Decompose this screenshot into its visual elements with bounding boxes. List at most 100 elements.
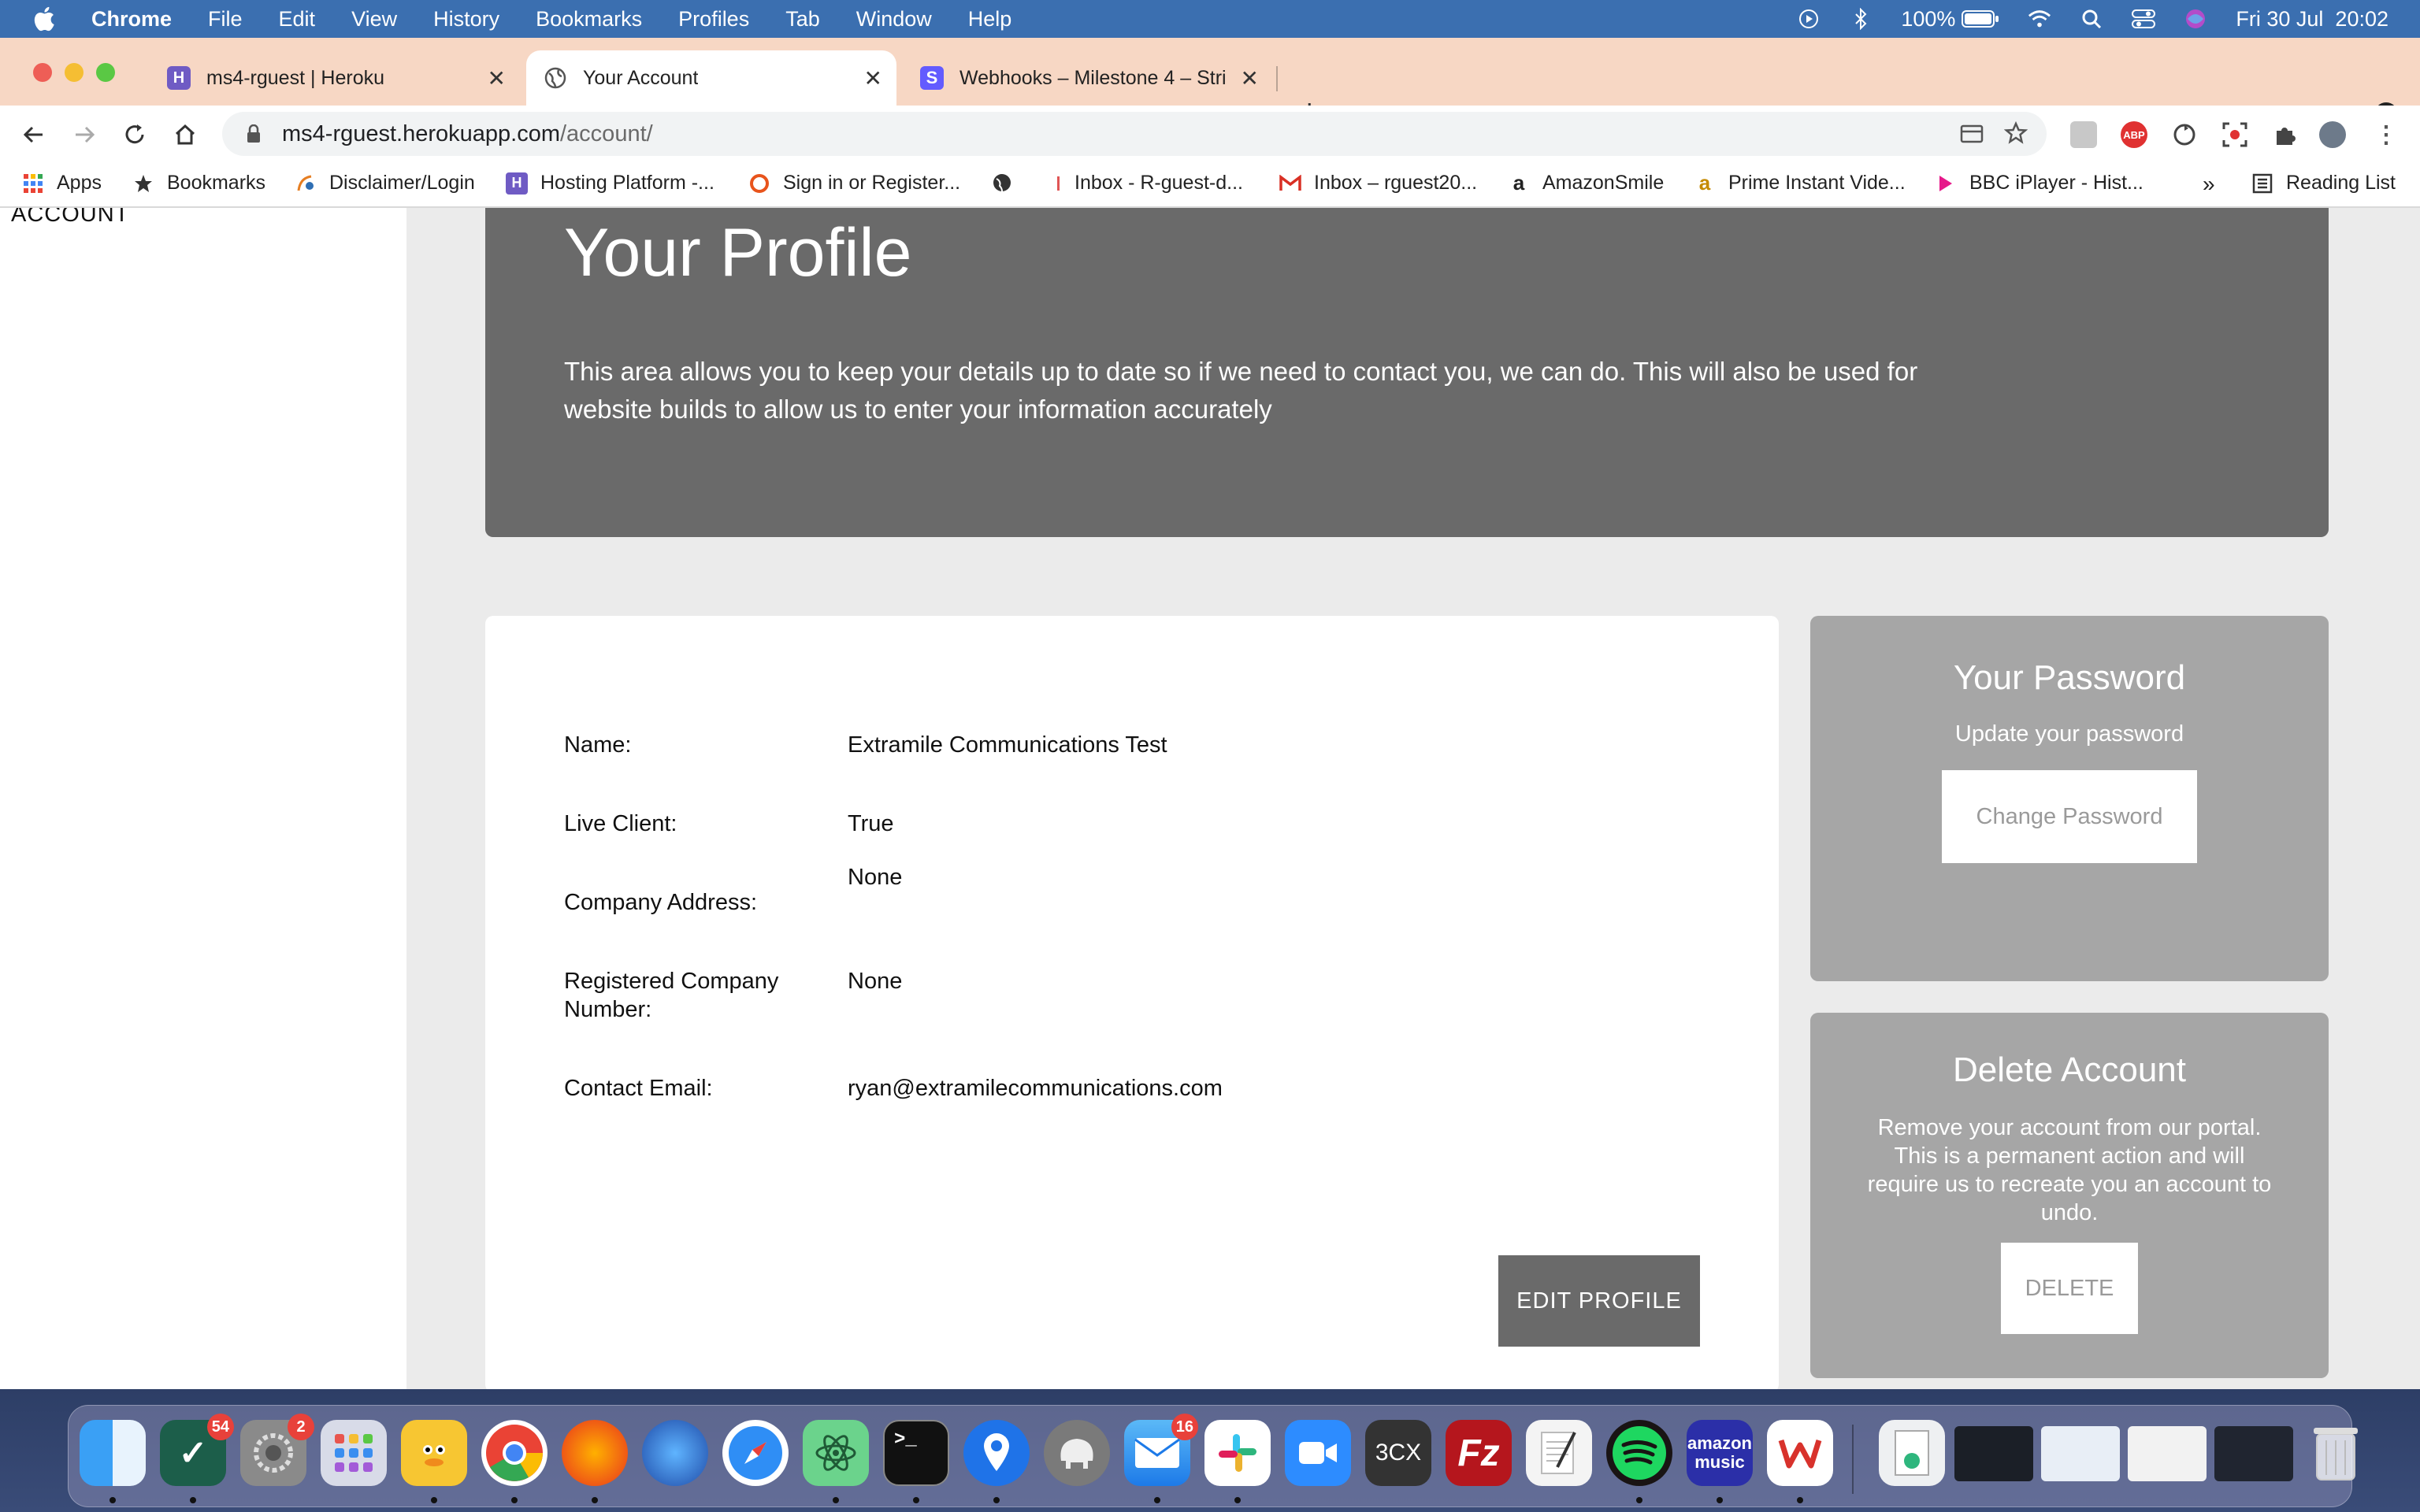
- chrome-menu-kebab-icon[interactable]: ⋮: [2373, 121, 2400, 148]
- firefox-icon[interactable]: [562, 1420, 628, 1486]
- cast-icon[interactable]: [1960, 123, 1984, 151]
- tasks-app-icon[interactable]: ✓ 54: [160, 1414, 234, 1486]
- wps-office-icon[interactable]: [1767, 1420, 1833, 1486]
- mail-icon[interactable]: 16: [1124, 1414, 1198, 1486]
- zoom-icon[interactable]: [1285, 1420, 1351, 1486]
- menu-window[interactable]: Window: [856, 7, 932, 32]
- bluetooth-icon[interactable]: [1849, 7, 1873, 31]
- change-password-button[interactable]: Change Password: [1942, 770, 2197, 863]
- spotlight-search-icon[interactable]: [2080, 7, 2103, 31]
- bookmark-apps[interactable]: Apps: [22, 172, 102, 195]
- delete-account-card: Delete Account Remove your account from …: [1810, 1013, 2329, 1378]
- bookmark-inbox-r-guest[interactable]: Inbox - R-guest-d...: [1056, 172, 1243, 195]
- reading-list-label: Reading List: [2286, 172, 2396, 194]
- menu-bookmarks[interactable]: Bookmarks: [536, 7, 642, 32]
- close-tab-icon[interactable]: ✕: [488, 65, 506, 91]
- puzzle-extensions-icon[interactable]: [2272, 121, 2299, 148]
- bookmark-bbc-iplayer[interactable]: BBC iPlayer - Hist...: [1935, 172, 2143, 195]
- edit-profile-button[interactable]: EDIT PROFILE: [1498, 1255, 1700, 1347]
- terminal-icon[interactable]: >_: [883, 1420, 949, 1486]
- spotify-icon[interactable]: [1606, 1420, 1672, 1486]
- globe-icon: [544, 66, 567, 90]
- forward-arrow-icon[interactable]: [71, 121, 98, 148]
- recent-window-thumbnail[interactable]: [2041, 1426, 2120, 1481]
- window-close-button[interactable]: [33, 63, 52, 82]
- tab-heroku[interactable]: H ms4-rguest | Heroku ✕: [150, 50, 520, 106]
- siri-icon[interactable]: [2184, 7, 2207, 31]
- tab-your-account[interactable]: Your Account ✕: [526, 50, 896, 106]
- recent-window-thumbnail[interactable]: [1954, 1426, 2033, 1481]
- menu-tab[interactable]: Tab: [785, 7, 820, 32]
- apps-grid-icon: [22, 172, 44, 195]
- bookmark-amazonsmile[interactable]: a AmazonSmile: [1508, 171, 1665, 195]
- safari-icon[interactable]: [722, 1420, 789, 1486]
- sync-extension-icon[interactable]: [2171, 121, 2198, 148]
- recent-window-thumbnail[interactable]: [2214, 1426, 2293, 1481]
- bookmark-disclaimer-login[interactable]: Disclaimer/Login: [295, 172, 475, 195]
- close-tab-icon[interactable]: ✕: [1241, 65, 1259, 91]
- system-preferences-icon[interactable]: 2: [240, 1414, 314, 1486]
- chrome-icon[interactable]: [481, 1420, 547, 1486]
- menu-profiles[interactable]: Profiles: [678, 7, 749, 32]
- delete-account-button[interactable]: DELETE: [2001, 1243, 2138, 1334]
- bookmark-inbox-rguest20[interactable]: Inbox – rguest20...: [1279, 172, 1477, 195]
- profile-avatar[interactable]: [2319, 121, 2346, 148]
- home-icon[interactable]: [172, 121, 199, 148]
- bookmark-prime-video[interactable]: a Prime Instant Vide...: [1694, 171, 1906, 195]
- bookmark-label: AmazonSmile: [1542, 172, 1665, 194]
- thunderbird-icon[interactable]: [642, 1420, 708, 1486]
- bookmark-globe[interactable]: [991, 172, 1026, 194]
- menu-app-name[interactable]: Chrome: [91, 7, 172, 32]
- apple-icon[interactable]: [32, 5, 60, 33]
- running-indicator: [511, 1497, 518, 1503]
- menu-help[interactable]: Help: [968, 7, 1012, 32]
- launchpad-icon[interactable]: [321, 1420, 387, 1486]
- address-bar[interactable]: ms4-rguest.herokuapp.com/account/: [222, 112, 2047, 156]
- wifi-icon[interactable]: [2028, 7, 2051, 31]
- menu-edit[interactable]: Edit: [279, 7, 316, 32]
- tableplus-elephant-icon[interactable]: [1044, 1420, 1110, 1486]
- recent-window-thumbnail[interactable]: [2128, 1426, 2207, 1481]
- lock-icon[interactable]: [246, 124, 262, 143]
- back-arrow-icon[interactable]: [20, 121, 47, 148]
- window-zoom-button[interactable]: [96, 63, 115, 82]
- battery-indicator[interactable]: 100%: [1901, 7, 1999, 32]
- bookmarks-overflow-chevron[interactable]: »: [2203, 172, 2215, 197]
- threecx-icon[interactable]: 3CX: [1365, 1420, 1431, 1486]
- atom-icon[interactable]: [803, 1420, 869, 1486]
- running-indicator: [1154, 1497, 1160, 1503]
- play-circle-icon[interactable]: [1797, 7, 1821, 31]
- macos-dock: ✓ 54 2 >_ 16 3CX Fz amazon music: [68, 1405, 2358, 1507]
- textedit-icon[interactable]: [1526, 1420, 1592, 1486]
- bookmark-sign-in-register[interactable]: Sign in or Register...: [748, 172, 960, 195]
- running-indicator: [592, 1497, 598, 1503]
- tab-stripe-webhooks[interactable]: S Webhooks – Milestone 4 – Stri ✕: [903, 50, 1273, 106]
- document-preview-icon[interactable]: [1879, 1420, 1945, 1486]
- bookmark-bookmarks-folder[interactable]: Bookmarks: [132, 172, 265, 195]
- filezilla-icon[interactable]: Fz: [1446, 1420, 1512, 1486]
- menu-view[interactable]: View: [351, 7, 397, 32]
- cyberduck-icon[interactable]: [401, 1420, 467, 1486]
- trash-icon[interactable]: [2303, 1420, 2369, 1486]
- menubar-clock[interactable]: Fri 30 Jul 20:02: [2236, 7, 2388, 32]
- maps-pin-icon[interactable]: [963, 1420, 1030, 1486]
- menu-history[interactable]: History: [433, 7, 499, 32]
- close-tab-icon[interactable]: ✕: [864, 65, 882, 91]
- window-minimize-button[interactable]: [65, 63, 84, 82]
- amazon-music-icon[interactable]: amazon music: [1687, 1420, 1753, 1486]
- menu-file[interactable]: File: [208, 7, 243, 32]
- extension-gray-icon[interactable]: [2070, 121, 2097, 148]
- sidebar-account-link[interactable]: ACCOUNT: [11, 208, 129, 228]
- reading-list-button[interactable]: Reading List: [2251, 172, 2396, 195]
- finder-icon[interactable]: [80, 1420, 146, 1486]
- adblock-plus-icon[interactable]: ABP: [2121, 121, 2147, 148]
- reload-icon[interactable]: [121, 121, 148, 148]
- bookmark-hosting-platform[interactable]: H Hosting Platform -...: [506, 172, 714, 195]
- screen-capture-icon[interactable]: [2221, 121, 2248, 148]
- heroku-icon: H: [506, 172, 528, 195]
- field-label: Company Address:: [564, 890, 758, 915]
- slack-icon[interactable]: [1204, 1420, 1271, 1486]
- bookmark-star-icon[interactable]: [2003, 120, 2028, 151]
- threecx-label: 3CX: [1375, 1440, 1422, 1466]
- control-center-icon[interactable]: [2132, 7, 2156, 31]
